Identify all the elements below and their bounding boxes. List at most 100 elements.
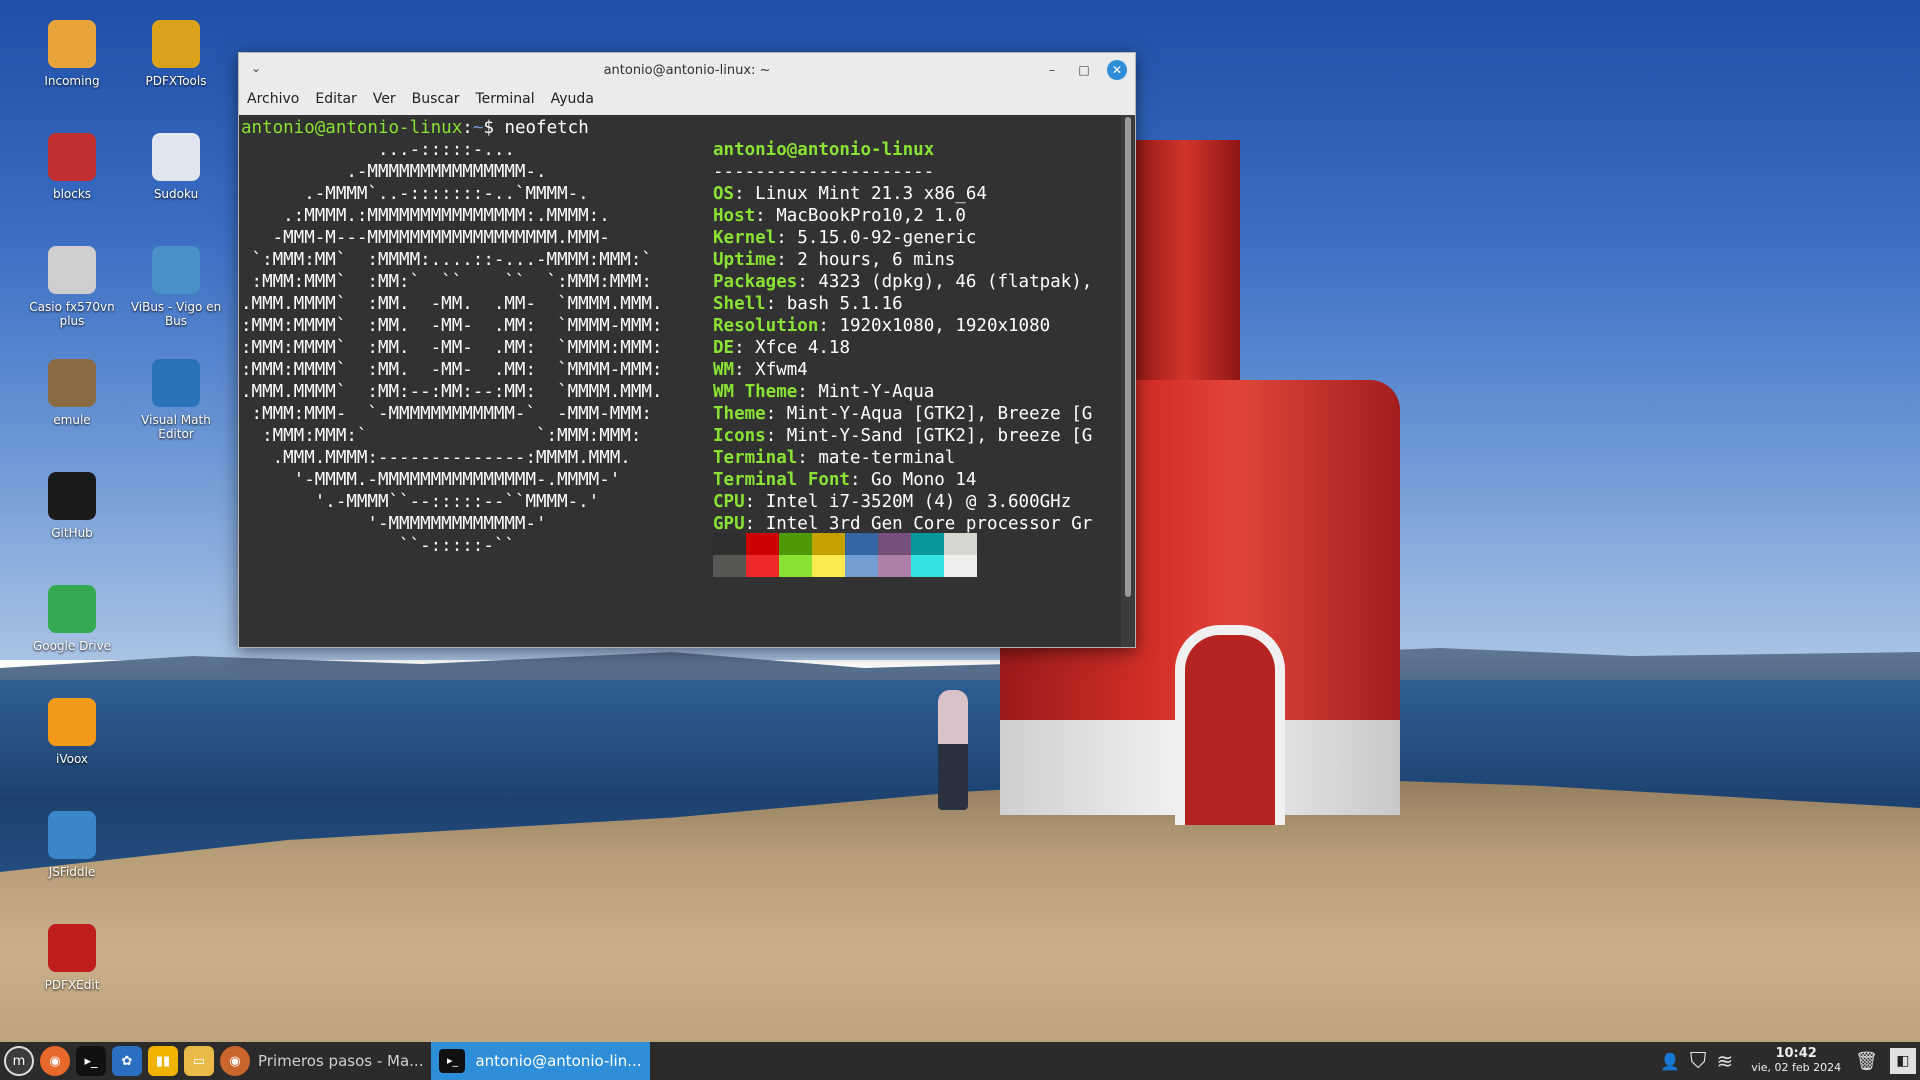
desktop-icon-label: Casio fx570vn plus (29, 300, 115, 328)
task-terminal-label: antonio@antonio-lin... (475, 1052, 642, 1070)
color-swatch (713, 533, 746, 555)
desktop-icon-label: PDFXTools (145, 74, 207, 88)
menu-ayuda[interactable]: Ayuda (551, 91, 594, 107)
logo-line: '-MMMM.-MMMMMMMMMMMMMMM-.MMMM-' (241, 470, 621, 490)
task-terminal[interactable]: ▸_ antonio@antonio-lin... (431, 1042, 650, 1080)
minimize-button[interactable]: – (1043, 61, 1061, 79)
logo-line: .:MMMM.:MMMMMMMMMMMMMMM:.MMMM:. (241, 206, 610, 226)
logo-line: ``-:::::-`` (241, 536, 515, 556)
desktop-icon-casio-fx570vn-plus[interactable]: Casio fx570vn plus (24, 246, 120, 328)
files-launcher-icon[interactable]: ▭ (184, 1046, 214, 1076)
info-key: Resolution (713, 316, 819, 336)
info-value: Mint-Y-Sand [GTK2], breeze [G (786, 426, 1093, 446)
scrollbar-thumb[interactable] (1125, 117, 1131, 597)
wifi-icon[interactable]: ≋ (1716, 1049, 1733, 1073)
desktop-icon-emule[interactable]: emule (24, 359, 120, 427)
info-value: 2 hours, 6 mins (797, 250, 956, 270)
info-row: CPU: Intel i7-3520M (4) @ 3.600GHz (713, 492, 1072, 512)
desktop-icon-sudoku[interactable]: Sudoku (128, 133, 224, 201)
terminal-launcher-icon[interactable]: ▸_ (76, 1046, 106, 1076)
info-key: WM Theme (713, 382, 798, 402)
desktop-icon-pdfxedit[interactable]: PDFXEdit (24, 924, 120, 992)
maximize-button[interactable]: □ (1075, 61, 1093, 79)
emule-mule-icon (48, 359, 96, 407)
terminal-output[interactable]: antonio@antonio-linux:~$ neofetch ...-::… (239, 115, 1121, 647)
window-titlebar[interactable]: ⌄ antonio@antonio-linux: ~ – □ ✕ (239, 53, 1135, 87)
color-swatch (878, 555, 911, 577)
color-swatch (845, 533, 878, 555)
desktop-icon-label: GitHub (51, 526, 93, 540)
info-rule: --------------------- (713, 162, 935, 182)
wallpaper-lighthouse-tower (1130, 140, 1240, 380)
logo-line: :MMM:MMM- `-MMMMMMMMMMMM-` -MMM-MMM: (241, 404, 652, 424)
desktop-icon-label: ViBus - Vigo en Bus (130, 300, 222, 328)
info-key: DE (713, 338, 735, 358)
logo-line: :MMM:MMM:` `:MMM:MMM: (241, 426, 642, 446)
sudoku-icon (152, 133, 200, 181)
menu-ver[interactable]: Ver (373, 91, 396, 107)
terminal-scrollbar[interactable] (1121, 115, 1135, 647)
logo-line: :MMM:MMMM` :MM. -MM- .MM: `MMMM:MMM: (241, 338, 663, 358)
clock[interactable]: 10:42 vie, 02 feb 2024 (1751, 1047, 1841, 1075)
info-value: 1920x1080, 1920x1080 (839, 316, 1051, 336)
calculator-icon (48, 246, 96, 294)
desktop-icon-jsfiddle[interactable]: JSFiddle (24, 811, 120, 879)
terminal-window[interactable]: ⌄ antonio@antonio-linux: ~ – □ ✕ Archivo… (238, 52, 1136, 648)
info-key: Icons (713, 426, 766, 446)
color-swatch (779, 533, 812, 555)
desktop-icon-label: JSFiddle (48, 865, 96, 879)
logo-line: .-MMMM`..-:::::::-..`MMMM-. (241, 184, 589, 204)
ivoox-icon (48, 698, 96, 746)
system-tray: 👤 ⛉ ≋ 10:42 vie, 02 feb 2024 🗑 ◧ (1660, 1042, 1920, 1080)
info-key: Terminal (713, 448, 798, 468)
menu-archivo[interactable]: Archivo (247, 91, 299, 107)
prompt-separator: : (462, 118, 473, 138)
desktop-icon-ivoox[interactable]: iVoox (24, 698, 120, 766)
color-swatch (845, 555, 878, 577)
desktop-icon-github[interactable]: GitHub (24, 472, 120, 540)
clock-time: 10:42 (1775, 1046, 1817, 1061)
color-swatch (779, 555, 812, 577)
desktop-icon-pdfxtools[interactable]: PDFXTools (128, 20, 224, 88)
ninja-tray-icon[interactable]: 👤 (1660, 1052, 1680, 1071)
blocks-game-icon (48, 133, 96, 181)
desktop-icon-vibus-vigo-en-bus[interactable]: ViBus - Vigo en Bus (128, 246, 224, 328)
info-key: Host (713, 206, 756, 226)
logo-line: :MMM:MMM` :MM:` `` `` `:MMM:MMM: (241, 272, 652, 292)
xfce-settings-launcher-icon[interactable]: ✿ (112, 1046, 142, 1076)
github-icon (48, 472, 96, 520)
menu-bar: Archivo Editar Ver Buscar Terminal Ayuda (239, 87, 1135, 111)
menu-terminal[interactable]: Terminal (475, 91, 534, 107)
prompt-command: neofetch (504, 118, 589, 138)
desktop-icon-google-drive[interactable]: Google Drive (24, 585, 120, 653)
task-firefox[interactable]: Primeros pasos - Ma... (250, 1042, 431, 1080)
mint-menu-icon[interactable]: m (4, 1046, 34, 1076)
info-key: GPU (713, 514, 745, 534)
info-key: Kernel (713, 228, 777, 248)
firefox-task-icon[interactable]: ◉ (220, 1046, 250, 1076)
desktop-icon-blocks[interactable]: blocks (24, 133, 120, 201)
color-palette-dark (713, 533, 977, 555)
logo-line: '.-MMMM``--:::::--``MMMM-.' (241, 492, 600, 512)
color-swatch (746, 533, 779, 555)
info-value: MacBookPro10,2 1.0 (776, 206, 966, 226)
desktop-icon-label: blocks (52, 187, 92, 201)
prompt-path: ~ (472, 118, 484, 138)
info-value: Intel 3rd Gen Core processor Gr (765, 514, 1093, 534)
trash-icon[interactable]: 🗑 (1855, 1051, 1878, 1072)
firefox-launcher-icon[interactable]: ◉ (40, 1046, 70, 1076)
desktop-icon-incoming[interactable]: Incoming (24, 20, 120, 88)
shield-icon[interactable]: ⛉ (1690, 1049, 1707, 1074)
close-button[interactable]: ✕ (1107, 60, 1127, 80)
logo-line: ...-:::::-... (241, 140, 515, 160)
neofetch-info: antonio@antonio-linux -------------------… (713, 139, 1092, 557)
menu-editar[interactable]: Editar (315, 91, 356, 107)
logo-line: :MMM:MMMM` :MM. -MM- .MM: `MMMM-MMM: (241, 316, 663, 336)
app-launcher-icon[interactable]: ▮▮ (148, 1046, 178, 1076)
show-desktop-icon[interactable]: ◧ (1890, 1048, 1916, 1074)
desktop-icon-visual-math-editor[interactable]: Visual Math Editor (128, 359, 224, 441)
info-row: Terminal Font: Go Mono 14 (713, 470, 977, 490)
info-value: bash 5.1.16 (786, 294, 903, 314)
logo-line: .-MMMMMMMMMMMMMMM-. (241, 162, 547, 182)
menu-buscar[interactable]: Buscar (412, 91, 460, 107)
